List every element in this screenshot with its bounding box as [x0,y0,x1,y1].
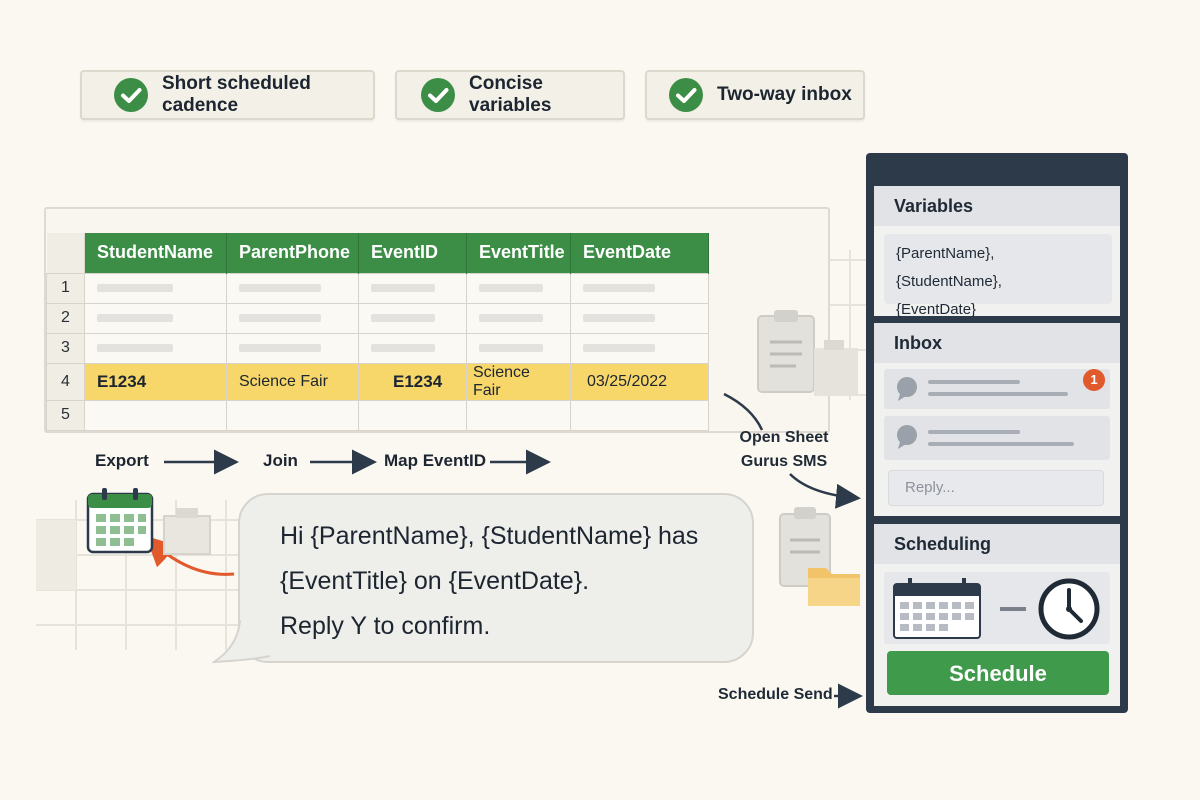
folder-icon [163,508,211,555]
arrow-icon [723,392,764,431]
calendar-icon[interactable] [86,488,156,556]
calendar-icon[interactable] [892,578,984,642]
message-line: Reply Y to confirm. [280,612,491,640]
bubble-tail [212,618,271,664]
message-line: Hi {ParentName}, {StudentName} has [280,522,699,550]
clock-icon[interactable] [1036,576,1102,642]
section-title: Scheduling [874,524,1120,564]
schedule-button[interactable]: Schedule [887,651,1109,695]
section-title: Inbox [874,323,1120,363]
open-sms-label: Open Sheet Gurus SMS [739,429,829,470]
message-preview-lines [928,430,1074,446]
message-text: Hi {ParentName}, {StudentName} has {Even… [280,514,740,649]
message-preview-lines [928,380,1068,396]
clipboard-icon [757,310,858,396]
chat-bubble-icon [897,377,917,401]
variables-line: {EventDate} [896,301,977,318]
folder-icon [808,568,860,606]
section-title: Variables [874,186,1120,226]
reply-input[interactable]: Reply... [888,470,1104,506]
dash-separator [1000,607,1026,611]
message-line: {EventTitle} on {EventDate}. [280,567,590,595]
chat-bubble-icon [897,425,917,449]
unread-badge: 1 [1083,369,1105,391]
variables-line: {ParentName}, {StudentName}, [896,245,1002,290]
variables-box[interactable]: {ParentName}, {StudentName}, {EventDate} [884,234,1112,318]
arrow-icon [789,473,861,509]
schedule-send-label: Schedule Send [718,686,833,703]
